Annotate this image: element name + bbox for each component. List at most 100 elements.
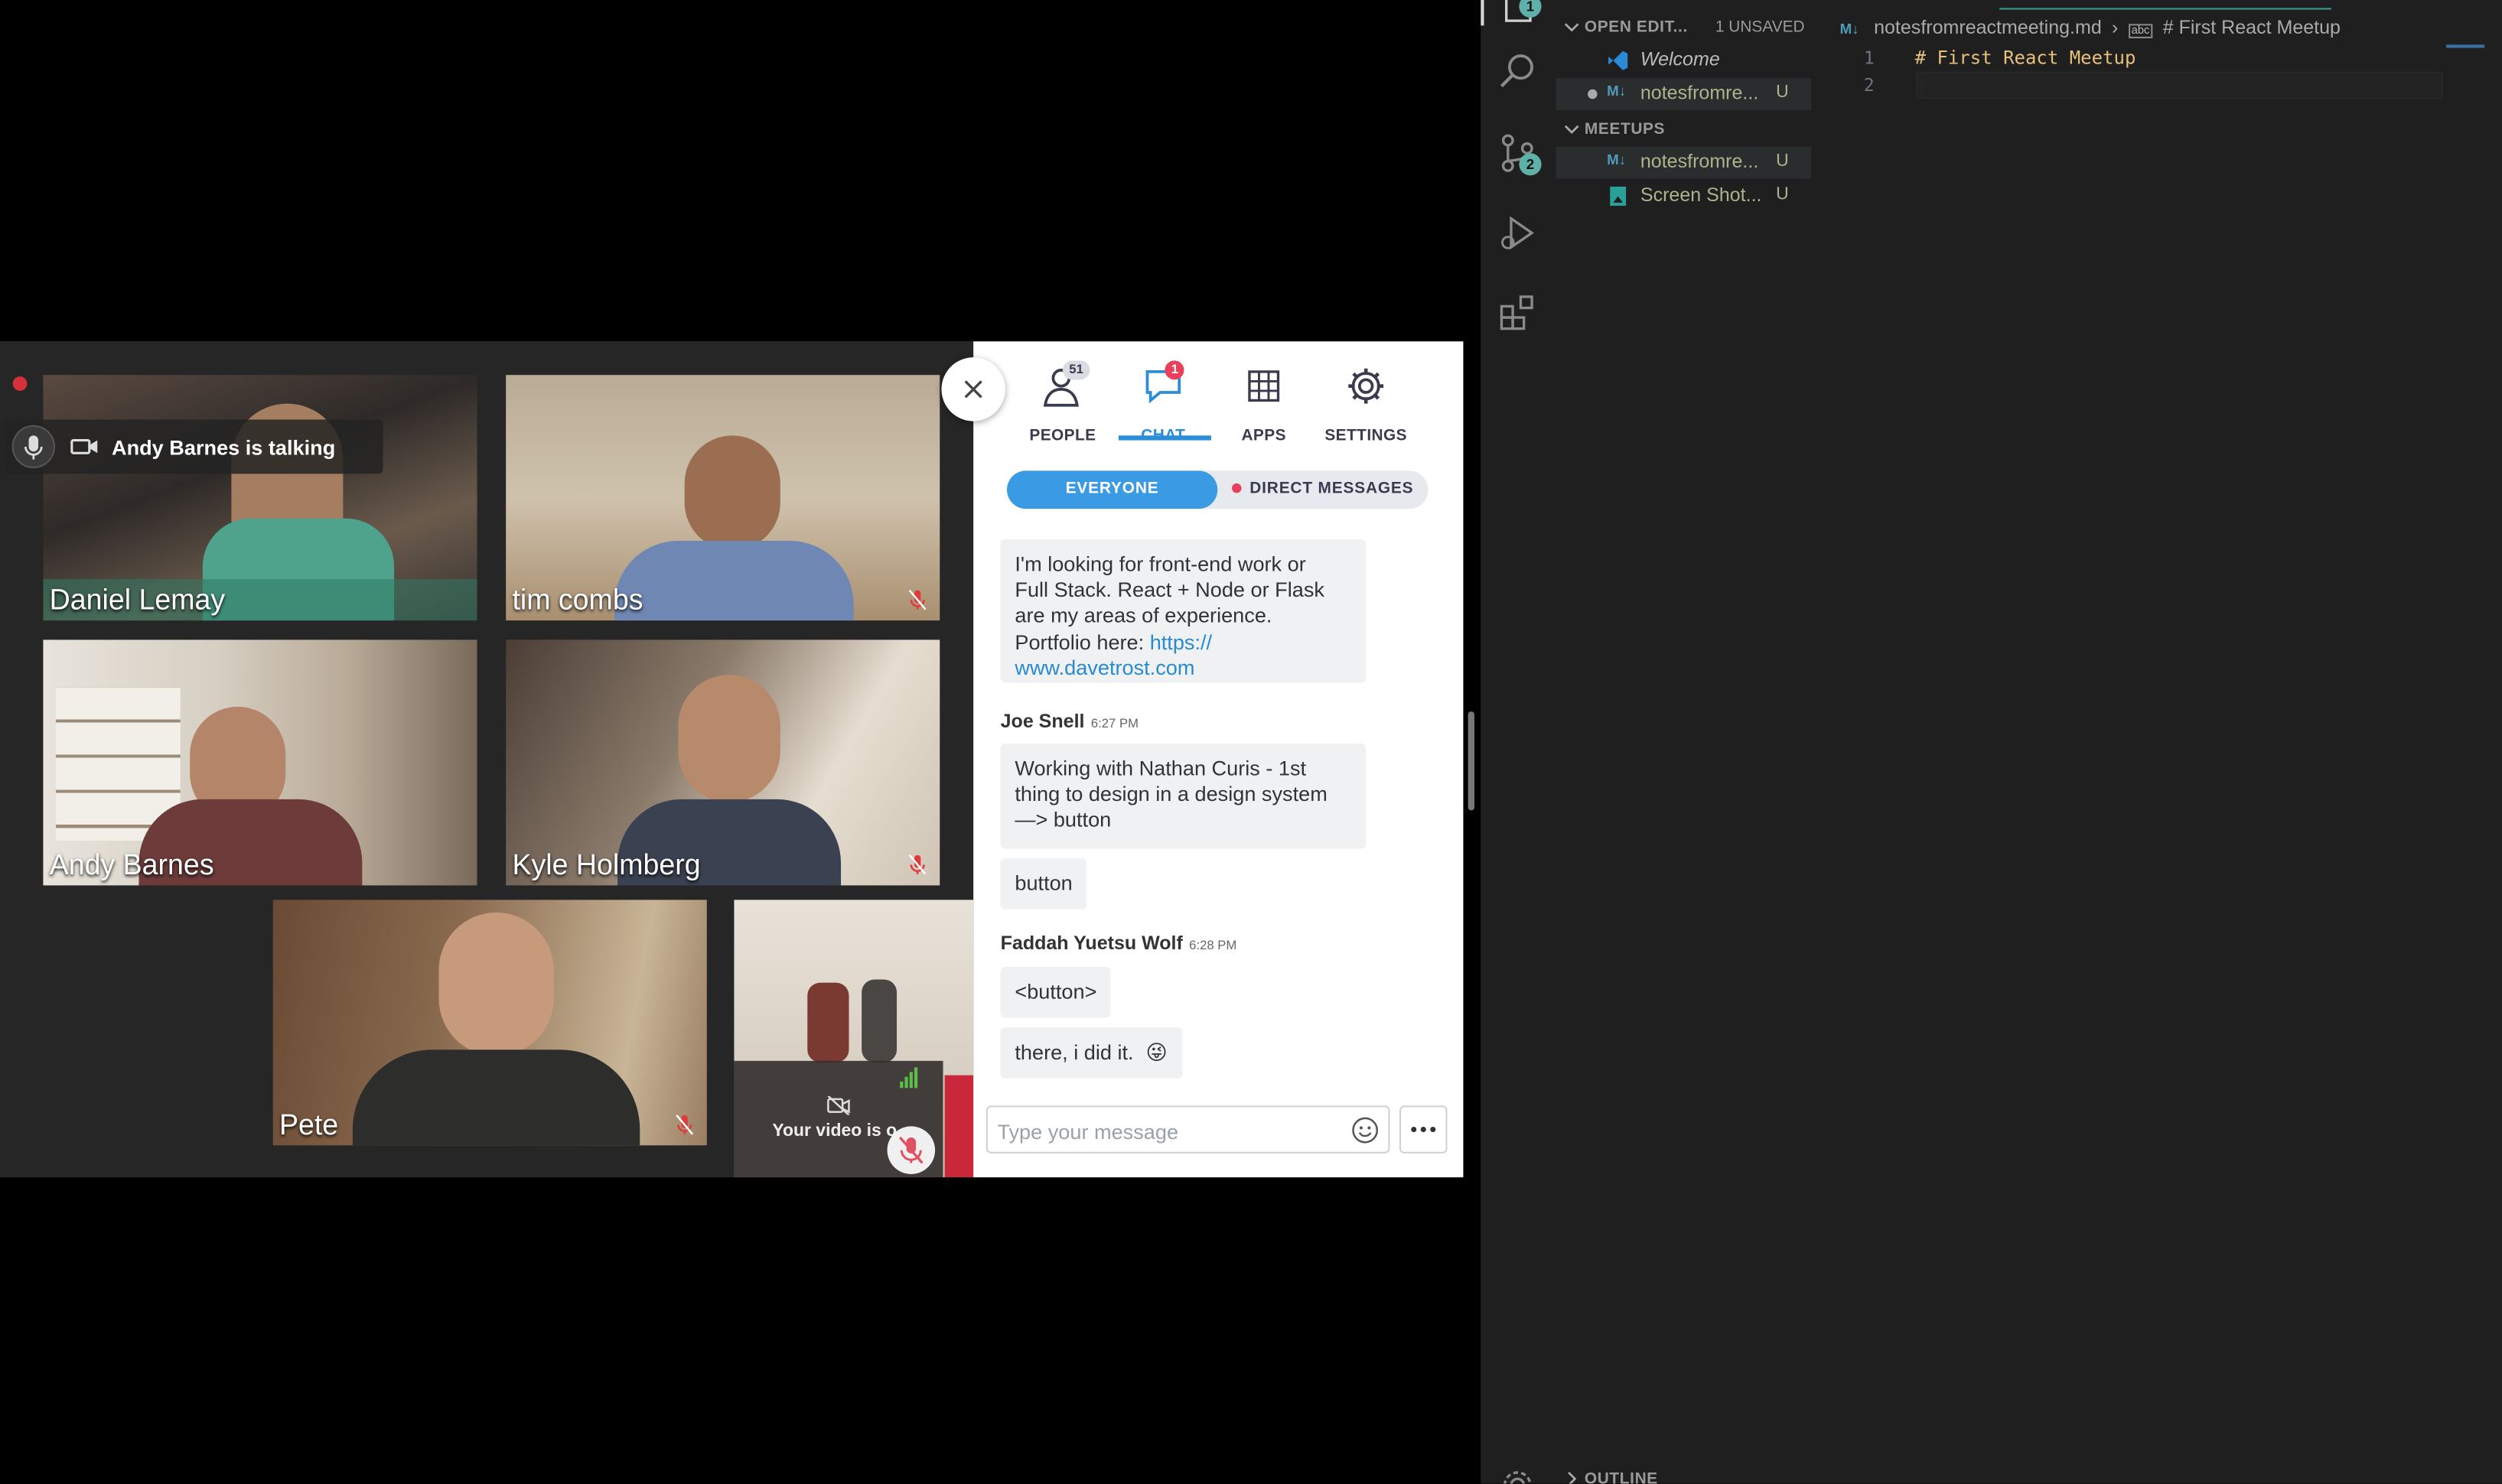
folder-header[interactable]: MEETUPS [1585,121,1665,138]
image-icon [1610,187,1627,207]
chat-message: button [1000,858,1087,910]
video-off-icon [827,1095,850,1115]
video-meeting-window: Daniel Lemay tim combs Andy Barnes is ta… [0,341,1475,1178]
muted-mic-icon [908,589,927,610]
self-video-tile[interactable]: Your video is o [734,900,974,1178]
file-status: U [1776,83,1789,103]
vscode-window: 1 2 OPEN EDIT... 1 UNSAVED Welcome M↓ no… [1481,0,2502,1484]
participant-shirt [352,1050,640,1146]
unsaved-count: 1 UNSAVED [1715,19,1805,37]
line-number: 2 [1863,75,1875,96]
participant-name: Daniel Lemay [49,584,226,617]
message-sender: Faddah Yuetsu Wolf 6:28 PM [1000,931,1237,955]
participant-name: tim combs [512,584,643,617]
microphone-icon[interactable] [10,423,58,471]
chat-message: <button> [1000,966,1112,1018]
explorer-sidebar: OPEN EDIT... 1 UNSAVED Welcome M↓ notesf… [1556,0,1821,1484]
file-item[interactable]: Screen Shot... U [1556,181,1811,213]
extensions-icon[interactable] [1497,292,1538,334]
close-panel-button[interactable] [941,357,1005,421]
participant-name: Andy Barnes [49,848,214,881]
gear-icon [1348,368,1384,404]
participant-name: Kyle Holmberg [512,848,701,881]
tab-label: APPS [1241,427,1286,445]
bag [862,979,898,1063]
breadcrumb-file[interactable]: notesfromreactmeeting.md [1874,16,2102,38]
file-name: Welcome [1640,47,1720,70]
breadcrumb-symbol[interactable]: # First React Meetup [2163,16,2341,38]
active-view-indicator [1481,0,1484,26]
muted-mic-icon [676,1114,694,1135]
file-item[interactable]: M↓ notesfromre... U [1556,146,1812,179]
portfolio-link[interactable]: www.davetrost.com [1015,656,1194,679]
run-debug-icon[interactable] [1497,212,1538,253]
recording-indicator [12,376,28,391]
vscode-icon [1608,50,1628,70]
gear-icon[interactable] [1497,1464,1538,1484]
editor-area: M↓ notesfromreactmeeting.md › abc # Firs… [1820,0,2502,1484]
tab-label: SETTINGS [1324,427,1407,445]
participant-tile[interactable]: Daniel Lemay [43,375,477,621]
chevron-down-icon[interactable] [1564,19,1580,35]
chat-scrollbar[interactable] [1468,711,1475,811]
video-off-label: Your video is o [772,1121,898,1141]
tab-label: PEOPLE [1029,427,1096,445]
tab-apps[interactable]: APPS [1216,357,1311,453]
portfolio-link[interactable]: https:// [1150,630,1212,653]
participant-tile[interactable]: tim combs [506,375,940,621]
participant-figure [684,435,780,551]
everyone-button[interactable]: EVERYONE [1006,470,1218,509]
open-editor-item[interactable]: M↓ notesfromre... U [1556,78,1812,110]
video-grid: Daniel Lemay tim combs Andy Barnes is ta… [0,341,974,1178]
open-editor-item[interactable]: Welcome [1556,44,1811,76]
chat-panel: 51 PEOPLE 1 CHAT APPS SETTINGS [941,341,1475,1178]
source-control-badge: 2 [1519,153,1542,176]
current-line-highlight [1916,71,2443,99]
close-icon [964,380,982,399]
message-time: 6:27 PM [1090,716,1139,731]
direct-messages-button[interactable]: DIRECT MESSAGES [1217,470,1428,509]
unsaved-dot [1588,89,1598,99]
file-name: notesfromre... [1640,81,1759,104]
participant-figure [678,675,780,803]
outline-header[interactable]: OUTLINE [1585,1471,1658,1484]
muted-mic-icon [898,1136,924,1164]
muted-mic-icon [908,854,927,875]
camera-icon[interactable] [70,437,99,456]
unmute-button[interactable] [887,1126,936,1174]
message-input-box [985,1105,1390,1154]
markdown-icon: M↓ [1839,21,1859,37]
tab-settings[interactable]: SETTINGS [1318,357,1414,453]
participant-name: Pete [279,1108,339,1141]
chevron-down-icon[interactable] [1564,121,1580,137]
file-status: U [1776,184,1789,204]
participant-tile[interactable]: Pete [272,900,707,1146]
message-input[interactable] [997,1115,1341,1147]
chat-messages: I'm looking for front-end work or Full S… [973,539,1463,1085]
tab-people[interactable]: 51 PEOPLE [1015,357,1110,453]
chat-message: Working with Nathan Curis - 1st thing to… [1000,743,1367,849]
ellipsis-icon [1411,1126,1436,1133]
search-icon[interactable] [1497,51,1538,93]
participant-figure [438,912,554,1056]
participant-tile[interactable]: Kyle Holmberg [506,639,940,886]
symbol-icon: abc [2128,24,2153,39]
emoji-icon[interactable] [1351,1117,1379,1144]
open-editors-header[interactable]: OPEN EDIT... [1585,19,1688,37]
chevron-right-icon[interactable] [1564,1471,1580,1484]
message-time: 6:28 PM [1189,938,1237,953]
code-line[interactable]: # First React Meetup [1915,46,2136,68]
chat-channel-toggle: EVERYONE DIRECT MESSAGES [1006,470,1429,509]
participant-tile[interactable]: Andy Barnes [43,639,477,886]
breadcrumb-separator: › [2111,15,2119,39]
unread-dot [1232,483,1242,493]
people-count-badge: 51 [1062,360,1090,380]
breadcrumb: M↓ notesfromreactmeeting.md › abc # Firs… [1839,15,2341,39]
markdown-icon: M↓ [1607,83,1627,99]
participant-shirt [614,540,854,621]
chat-message: there, i did it. 😜 [1000,1027,1182,1079]
active-tab-indicator [1118,435,1211,441]
talking-label: Andy Barnes is talking [111,434,336,459]
more-options-button[interactable] [1399,1105,1448,1154]
talking-indicator: Andy Barnes is talking [5,419,383,474]
